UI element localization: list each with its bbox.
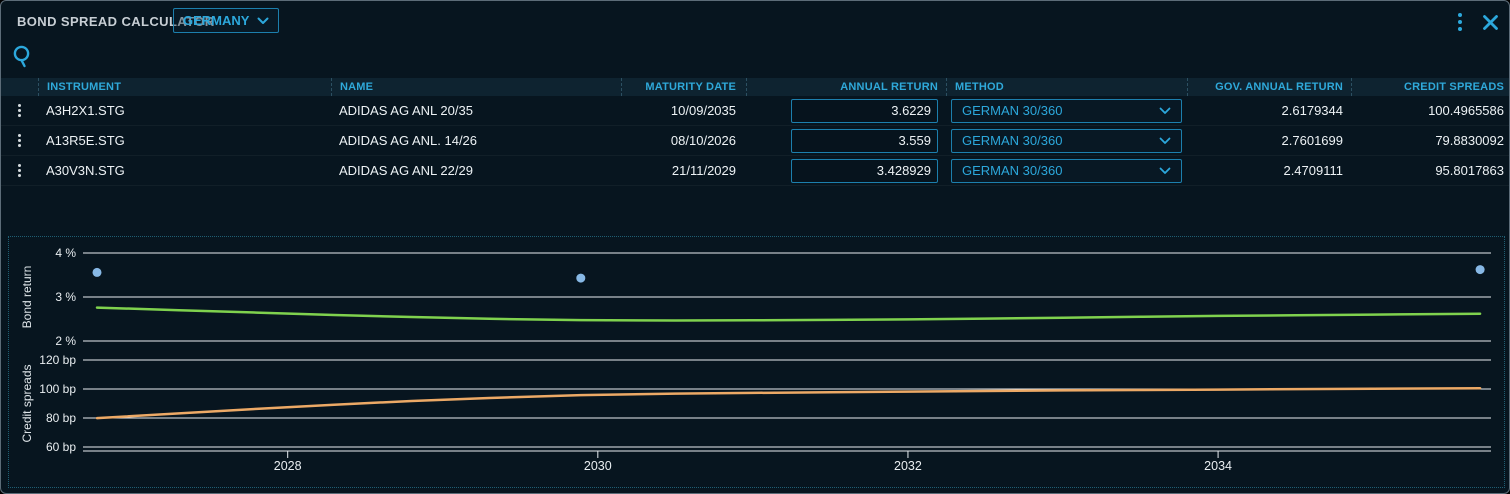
- col-header-rowmenu: [1, 78, 38, 96]
- instrument-value: A30V3N.STG: [38, 156, 331, 186]
- gov-annual-return-value: 2.6179344: [1187, 96, 1351, 126]
- bond-annual-return-points: [93, 268, 102, 277]
- country-select[interactable]: GERMANY: [173, 8, 279, 33]
- method-select[interactable]: GERMAN 30/360: [951, 99, 1182, 123]
- row-kebab-icon[interactable]: [15, 161, 24, 180]
- country-select-value: GERMANY: [183, 13, 249, 28]
- method-cell: GERMAN 30/360: [946, 96, 1187, 126]
- annual-return-input[interactable]: [791, 159, 938, 183]
- gov-annual-return-value: 2.4709111: [1187, 156, 1351, 186]
- col-header-annual-return: ANNUAL RETURN: [746, 78, 946, 96]
- col-header-credit-spreads: CREDIT SPREADS: [1351, 78, 1510, 96]
- svg-text:2028: 2028: [274, 459, 302, 473]
- svg-text:2034: 2034: [1204, 459, 1232, 473]
- bond-annual-return-points: [576, 274, 585, 283]
- annual-return-input[interactable]: [791, 129, 938, 153]
- chevron-down-icon: [1159, 107, 1171, 115]
- search-icon[interactable]: [11, 45, 34, 73]
- method-select-value: GERMAN 30/360: [962, 103, 1062, 118]
- svg-text:3 %: 3 %: [55, 290, 76, 304]
- col-header-instrument: INSTRUMENT: [38, 78, 331, 96]
- method-select[interactable]: GERMAN 30/360: [951, 159, 1182, 183]
- annual-return-cell: [746, 126, 946, 156]
- annual-return-cell: [746, 96, 946, 126]
- bond-table: INSTRUMENT NAME MATURITY DATE ANNUAL RET…: [1, 78, 1510, 186]
- chevron-down-icon: [1159, 137, 1171, 145]
- instrument-value: A3H2X1.STG: [38, 96, 331, 126]
- svg-text:100 bp: 100 bp: [39, 382, 76, 396]
- bond-spread-calculator-window: BOND SPREAD CALCULATOR GERMANY INSTRUMEN…: [0, 0, 1510, 494]
- svg-text:80 bp: 80 bp: [46, 411, 76, 425]
- name-value: ADIDAS AG ANL. 14/26: [331, 126, 621, 156]
- svg-text:2032: 2032: [894, 459, 922, 473]
- svg-text:60 bp: 60 bp: [46, 440, 76, 454]
- col-header-maturity-date: MATURITY DATE: [621, 78, 746, 96]
- kebab-menu-icon[interactable]: [1454, 11, 1466, 33]
- credit-spreads-value: 100.4965586: [1351, 96, 1510, 126]
- credit-spreads-value: 95.8017863: [1351, 156, 1510, 186]
- gov-annual-return-value: 2.7601699: [1187, 126, 1351, 156]
- row-kebab-icon[interactable]: [15, 101, 24, 120]
- credit-spreads-value: 79.8830092: [1351, 126, 1510, 156]
- col-header-method: METHOD: [946, 78, 1187, 96]
- method-cell: GERMAN 30/360: [946, 156, 1187, 186]
- chart-panel: 4 % 3 % 2 % Bond return 120 bp 100 bp 80 bp 60 …: [8, 236, 1505, 488]
- annual-return-cell: [746, 156, 946, 186]
- table-row-3-cell: [1, 156, 38, 186]
- government-yield-curve: [97, 308, 1480, 321]
- table-row-2-cell: [1, 126, 38, 156]
- method-select-value: GERMAN 30/360: [962, 163, 1062, 178]
- chevron-down-icon: [257, 17, 269, 25]
- svg-text:2030: 2030: [584, 459, 612, 473]
- row-kebab-icon[interactable]: [15, 131, 24, 150]
- instrument-value: A13R5E.STG: [38, 126, 331, 156]
- chevron-down-icon: [1159, 167, 1171, 175]
- method-cell: GERMAN 30/360: [946, 126, 1187, 156]
- axis-title: Bond return: [20, 266, 34, 329]
- method-select-value: GERMAN 30/360: [962, 133, 1062, 148]
- maturity-date-value: 10/09/2035: [621, 96, 746, 126]
- col-header-name: NAME: [331, 78, 621, 96]
- charts-svg: 4 % 3 % 2 % Bond return 120 bp 100 bp 80 bp 60 …: [9, 237, 1504, 487]
- close-icon[interactable]: [1482, 14, 1499, 31]
- method-select[interactable]: GERMAN 30/360: [951, 129, 1182, 153]
- maturity-date-value: 08/10/2026: [621, 126, 746, 156]
- svg-text:4 %: 4 %: [55, 246, 76, 260]
- axis-title: Credit spreads: [20, 364, 34, 442]
- svg-text:2 %: 2 %: [55, 334, 76, 348]
- name-value: ADIDAS AG ANL 22/29: [331, 156, 621, 186]
- table-row-1-cell: [1, 96, 38, 126]
- maturity-date-value: 21/11/2029: [621, 156, 746, 186]
- col-header-gov-annual-return: GOV. ANNUAL RETURN: [1187, 78, 1351, 96]
- bond-annual-return-points: [1476, 265, 1485, 274]
- svg-text:120 bp: 120 bp: [39, 353, 76, 367]
- name-value: ADIDAS AG ANL 20/35: [331, 96, 621, 126]
- annual-return-input[interactable]: [791, 99, 938, 123]
- credit-spread-curve: [97, 388, 1480, 418]
